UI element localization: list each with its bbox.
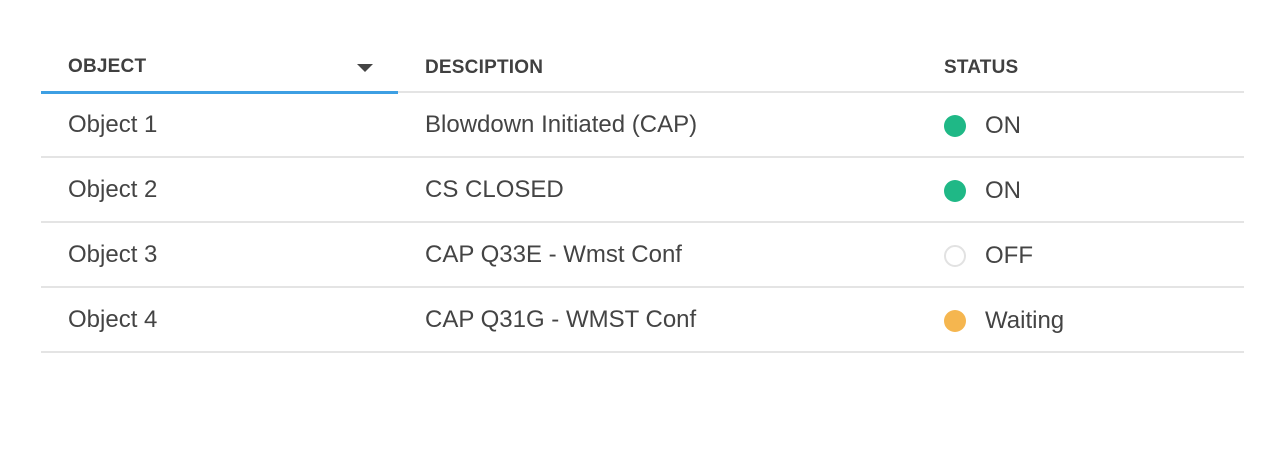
table-row[interactable]: Object 4 CAP Q31G - WMST Conf Waiting <box>41 288 1244 353</box>
table-row[interactable]: Object 3 CAP Q33E - Wmst Conf OFF <box>41 223 1244 288</box>
status-label: ON <box>985 111 1021 139</box>
column-header-status[interactable]: STATUS <box>944 42 1018 93</box>
object-cell: Object 1 <box>68 110 158 138</box>
description-cell: CAP Q31G - WMST Conf <box>425 305 697 333</box>
status-cell: OFF <box>944 224 1033 287</box>
status-cell: ON <box>944 159 1021 222</box>
object-cell: Object 3 <box>68 240 158 268</box>
column-header-description[interactable]: DESCIPTION <box>425 42 543 93</box>
object-cell: Object 4 <box>68 305 158 333</box>
table-row[interactable]: Object 1 Blowdown Initiated (CAP) ON <box>41 93 1244 158</box>
status-on-dot-icon <box>944 114 966 137</box>
column-header-object[interactable]: OBJECT <box>41 42 398 94</box>
description-cell: CAP Q33E - Wmst Conf <box>425 240 682 268</box>
status-off-dot-icon <box>944 244 966 267</box>
status-table: OBJECT DESCIPTION STATUS Object 1 Blowdo… <box>41 42 1244 353</box>
status-label: Waiting <box>985 306 1065 334</box>
status-on-dot-icon <box>944 179 966 202</box>
column-header-object-label: OBJECT <box>68 55 147 77</box>
status-cell: ON <box>944 94 1021 157</box>
description-cell: CS CLOSED <box>425 175 564 203</box>
sort-caret-down-icon[interactable] <box>357 64 373 72</box>
status-cell: Waiting <box>944 289 1064 352</box>
table-header-row: OBJECT DESCIPTION STATUS <box>41 42 1244 94</box>
column-header-description-label: DESCIPTION <box>425 56 544 78</box>
status-label: ON <box>985 176 1021 204</box>
column-header-status-label: STATUS <box>944 56 1019 78</box>
status-label: OFF <box>985 241 1033 269</box>
status-waiting-dot-icon <box>944 309 966 332</box>
object-cell: Object 2 <box>68 175 158 203</box>
description-cell: Blowdown Initiated (CAP) <box>425 110 698 138</box>
table-row[interactable]: Object 2 CS CLOSED ON <box>41 158 1244 223</box>
